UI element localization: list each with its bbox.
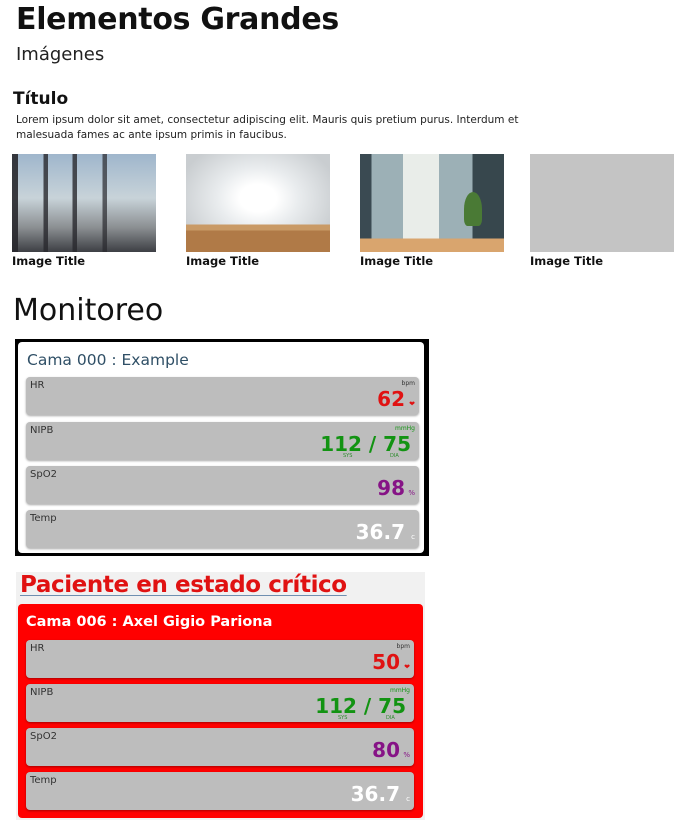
critical-monitor-card[interactable]: Cama 006 : Axel Gigio Pariona HR bpm 50 … [18,604,423,818]
bed-title: Cama 000 : Example [27,351,189,369]
vital-hr: HR bpm 62 ❤ [26,377,419,415]
monitor-card-body: Cama 000 : Example HR bpm 62 ❤ NIPB mmHg… [18,342,424,553]
gallery-image-2[interactable] [186,154,330,252]
hr-value: 62 [377,387,405,411]
celsius-suffix: c [411,533,415,541]
vital-spo2: SpO2 80 % [26,728,414,766]
vital-unit: mmHg [389,687,410,694]
vital-label: HR [30,643,45,654]
vital-label: SpO2 [30,469,57,480]
gallery-caption-3: Image Title [360,254,434,268]
critical-section: Paciente en estado crítico Cama 006 : Ax… [16,572,425,820]
vital-label: NIPB [30,425,54,436]
gallery-image-3[interactable] [360,154,504,252]
gallery-caption-1: Image Title [12,254,86,268]
nipb-sys-label: SYS [338,715,348,721]
temp-value: 36.7 [355,520,405,544]
vital-label: Temp [30,513,57,524]
bed-title: Cama 006 : Axel Gigio Pariona [26,614,273,630]
vital-label: NIPB [30,687,54,698]
vital-hr: HR bpm 50 ❤ [26,640,414,678]
vital-nipb: NIPB mmHg 112 / 75 SYS DIA [26,684,414,722]
spo2-value: 98 [377,476,405,500]
spo2-value: 80 [372,738,400,762]
page-subtitle: Imágenes [16,44,105,65]
vital-label: SpO2 [30,731,57,742]
percent-suffix: % [408,489,415,497]
gallery-caption-2: Image Title [186,254,260,268]
heart-icon: ❤ [404,663,410,671]
vital-label: HR [30,380,45,391]
nipb-sys-label: SYS [343,453,353,459]
percent-suffix: % [403,751,410,759]
vital-unit: mmHg [394,425,415,432]
vital-nipb: NIPB mmHg 112 / 75 SYS DIA [26,422,419,460]
nipb-dia-label: DIA [390,453,399,459]
section-title: Título [13,89,69,109]
section-body: Lorem ipsum dolor sit amet, consectetur … [16,114,519,141]
vital-label: Temp [30,775,57,786]
vital-temp: Temp 36.7 c [26,510,419,548]
vital-unit: bpm [396,643,410,650]
gallery-image-1[interactable] [12,154,156,252]
nipb-dia-label: DIA [386,715,395,721]
vital-unit: bpm [401,380,415,387]
gallery-caption-4: Image Title [530,254,604,268]
critical-heading[interactable]: Paciente en estado crítico [20,572,347,598]
vital-spo2: SpO2 98 % [26,466,419,504]
hr-value: 50 [372,650,400,674]
celsius-suffix: c [406,795,410,803]
temp-value: 36.7 [350,782,400,806]
monitor-card[interactable]: Cama 000 : Example HR bpm 62 ❤ NIPB mmHg… [15,339,429,556]
vital-temp: Temp 36.7 c [26,772,414,810]
plant-decoration [464,192,482,226]
gallery-image-placeholder[interactable] [530,154,674,252]
heart-icon: ❤ [409,400,415,408]
monitoring-heading: Monitoreo [13,293,164,328]
page-title: Elementos Grandes [16,2,339,37]
